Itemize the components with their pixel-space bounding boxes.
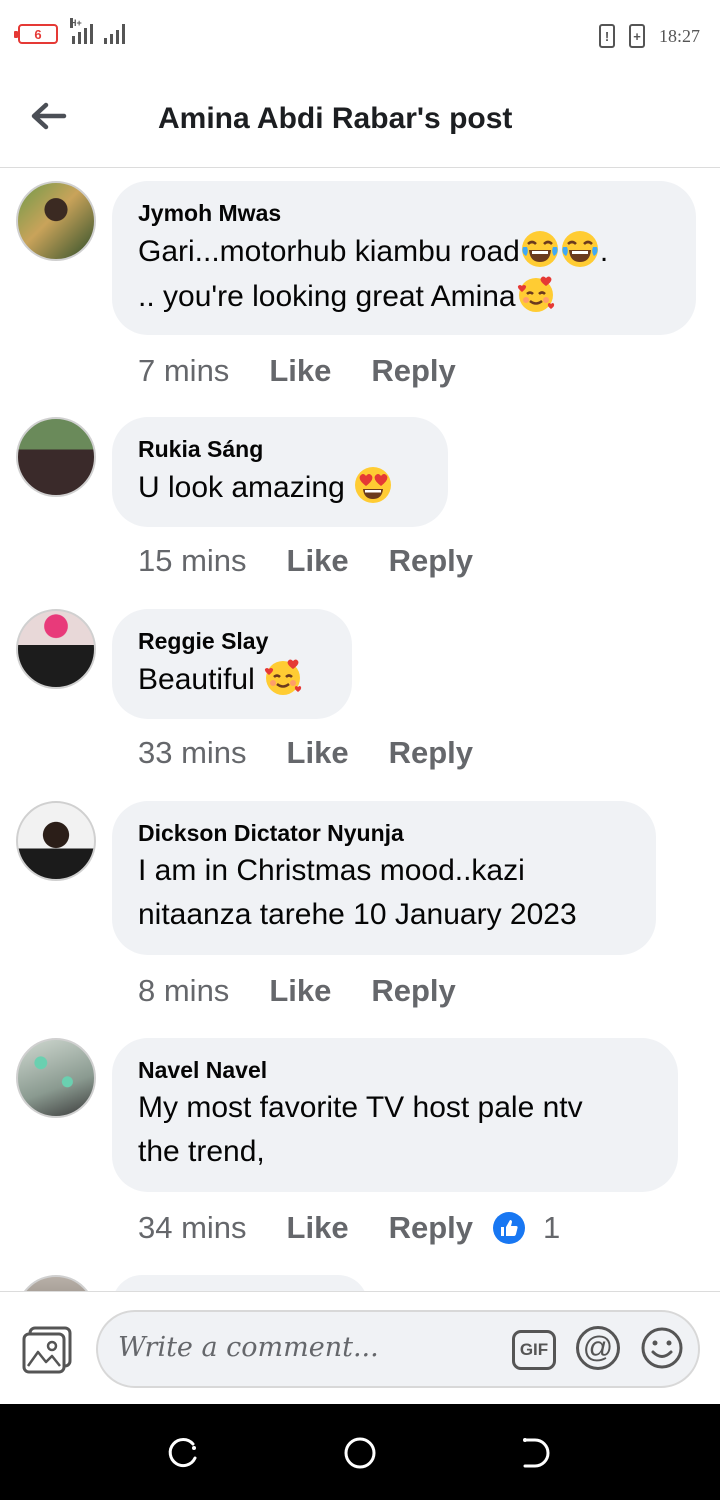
battery-low-icon: 6 xyxy=(14,24,58,44)
comment-time: 7 mins xyxy=(138,353,230,388)
reply-button[interactable]: Reply xyxy=(389,1210,473,1246)
laugh-cry-emoji-icon xyxy=(520,229,560,269)
like-button[interactable]: Like xyxy=(287,1210,349,1246)
comment-actions: 15 mins Like Reply xyxy=(138,543,513,579)
avatar[interactable] xyxy=(16,417,96,497)
laugh-cry-emoji-icon xyxy=(560,229,600,269)
post-header: Amina Abdi Rabar's post xyxy=(0,72,720,168)
comment-text: Gari...motorhub kiambu road... you're lo… xyxy=(138,229,670,319)
charging-icon: + xyxy=(628,24,645,48)
back-icon[interactable] xyxy=(519,1436,553,1470)
status-bar: 6 H+ ! + 18:27 xyxy=(0,0,720,72)
comment-bubble[interactable]: Reggie Slay Beautiful xyxy=(112,609,352,719)
photo-icon[interactable] xyxy=(22,1326,74,1374)
comment-time: 33 mins xyxy=(138,735,247,770)
battery-level: 6 xyxy=(34,26,42,42)
like-thumb-icon xyxy=(493,1212,525,1244)
like-button[interactable]: Like xyxy=(287,735,349,771)
commenter-name[interactable]: Reggie Slay xyxy=(138,627,326,655)
comment-bubble[interactable]: Dickson Dictator Nyunja I am in Christma… xyxy=(112,801,656,955)
comment-composer: Write a comment... GIF @ xyxy=(0,1291,720,1404)
commenter-name[interactable]: Jymoh Mwas xyxy=(138,199,670,227)
like-button[interactable]: Like xyxy=(269,973,331,1009)
signal-icon: H+ xyxy=(70,18,125,44)
heart-eyes-emoji-icon xyxy=(353,465,393,505)
comment-time: 34 mins xyxy=(138,1210,247,1245)
comment-actions: 34 mins Like Reply 1 xyxy=(138,1210,560,1246)
comment-time: 15 mins xyxy=(138,543,247,578)
comment-text: Beautiful xyxy=(138,657,326,702)
gif-icon[interactable]: GIF xyxy=(512,1330,556,1370)
reaction-count: 1 xyxy=(543,1210,561,1245)
avatar[interactable] xyxy=(16,181,96,261)
avatar[interactable] xyxy=(16,609,96,689)
reply-button[interactable]: Reply xyxy=(389,735,473,771)
system-nav-bar xyxy=(0,1404,720,1500)
reply-button[interactable]: Reply xyxy=(371,973,455,1009)
recent-apps-icon[interactable] xyxy=(167,1436,201,1470)
reaction-summary[interactable]: 1 xyxy=(493,1210,560,1246)
reply-button[interactable]: Reply xyxy=(389,543,473,579)
comment-bubble[interactable]: Jymoh Mwas Gari...motorhub kiambu road..… xyxy=(112,181,696,335)
comment-bubble[interactable] xyxy=(112,1275,368,1291)
comment-text: I am in Christmas mood..kazi nitaanza tar… xyxy=(138,854,577,931)
avatar[interactable] xyxy=(16,801,96,881)
comment-text: My most favorite TV host pale ntv the tre… xyxy=(138,1091,583,1168)
comment-actions: 8 mins Like Reply xyxy=(138,973,496,1009)
comment-time: 8 mins xyxy=(138,973,230,1008)
smile-hearts-emoji-icon xyxy=(263,657,303,697)
commenter-name[interactable]: Navel Navel xyxy=(138,1056,652,1084)
comment-bubble[interactable]: Navel Navel My most favorite TV host pal… xyxy=(112,1038,678,1192)
emoji-icon[interactable] xyxy=(640,1326,684,1370)
comment-actions: 33 mins Like Reply xyxy=(138,735,513,771)
like-button[interactable]: Like xyxy=(287,543,349,579)
avatar[interactable] xyxy=(16,1038,96,1118)
status-time: 18:27 xyxy=(658,25,700,46)
smile-hearts-emoji-icon xyxy=(516,274,556,314)
comment-feed[interactable]: Jymoh Mwas Gari...motorhub kiambu road..… xyxy=(0,169,720,1291)
comment-input[interactable]: Write a comment... GIF @ xyxy=(96,1310,700,1388)
home-icon[interactable] xyxy=(343,1436,377,1470)
comment-text: U look amazing xyxy=(138,465,422,510)
reply-button[interactable]: Reply xyxy=(371,353,455,389)
avatar[interactable] xyxy=(16,1275,96,1291)
commenter-name[interactable]: Dickson Dictator Nyunja xyxy=(138,819,630,847)
network-type: H+ xyxy=(70,18,82,28)
like-button[interactable]: Like xyxy=(269,353,331,389)
comment-bubble[interactable]: Rukia Sáng U look amazing xyxy=(112,417,448,527)
page-title: Amina Abdi Rabar's post xyxy=(158,102,513,135)
alert-icon: ! xyxy=(598,24,615,48)
back-arrow-icon[interactable] xyxy=(28,96,68,136)
comment-placeholder[interactable]: Write a comment... xyxy=(118,1332,379,1363)
commenter-name[interactable]: Rukia Sáng xyxy=(138,435,422,463)
mention-icon[interactable]: @ xyxy=(576,1326,620,1370)
comment-actions: 7 mins Like Reply xyxy=(138,353,496,389)
